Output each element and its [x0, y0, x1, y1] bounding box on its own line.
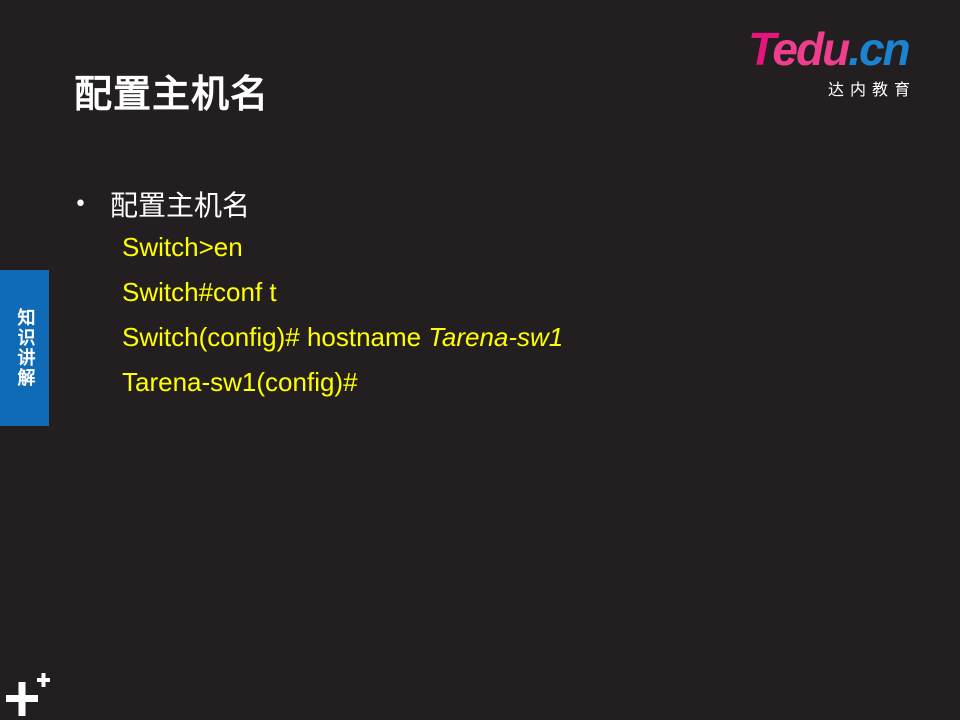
logo-edu: edu	[772, 23, 850, 75]
command-line: Tarena-sw1(config)#	[122, 365, 563, 410]
side-tab-label: 知识讲解	[14, 308, 36, 388]
slide: 配置主机名 Tedu.cn 达内教育 知识讲解 • 配置主机名 Switch>e…	[0, 0, 960, 720]
command-text: Switch(config)# hostname	[122, 322, 429, 352]
command-hostname-value: Tarena-sw1	[428, 322, 564, 352]
logo-cn: .cn	[848, 23, 910, 75]
command-list: Switch>en Switch#conf t Switch(config)# …	[122, 230, 563, 410]
logo-t: T	[748, 23, 774, 75]
command-text: Tarena-sw1(config)#	[122, 367, 358, 397]
slide-title: 配置主机名	[74, 72, 270, 116]
command-text: Switch>en	[122, 232, 243, 262]
command-line: Switch#conf t	[122, 275, 563, 320]
logo-subtitle: 达内教育	[828, 80, 917, 99]
tedu-logo: Tedu.cn 达内教育	[748, 26, 938, 100]
command-line: Switch(config)# hostname Tarena-sw1	[122, 320, 563, 365]
side-tab: 知识讲解	[0, 270, 49, 426]
plus-icon	[6, 673, 50, 716]
bullet-dot-icon: •	[74, 191, 87, 217]
command-line: Switch>en	[122, 230, 563, 275]
logo-wordmark: Tedu.cn	[748, 23, 911, 75]
bullet-text: 配置主机名	[110, 189, 251, 222]
bullet-item: • 配置主机名	[74, 184, 250, 224]
command-text: Switch#conf t	[122, 277, 277, 307]
